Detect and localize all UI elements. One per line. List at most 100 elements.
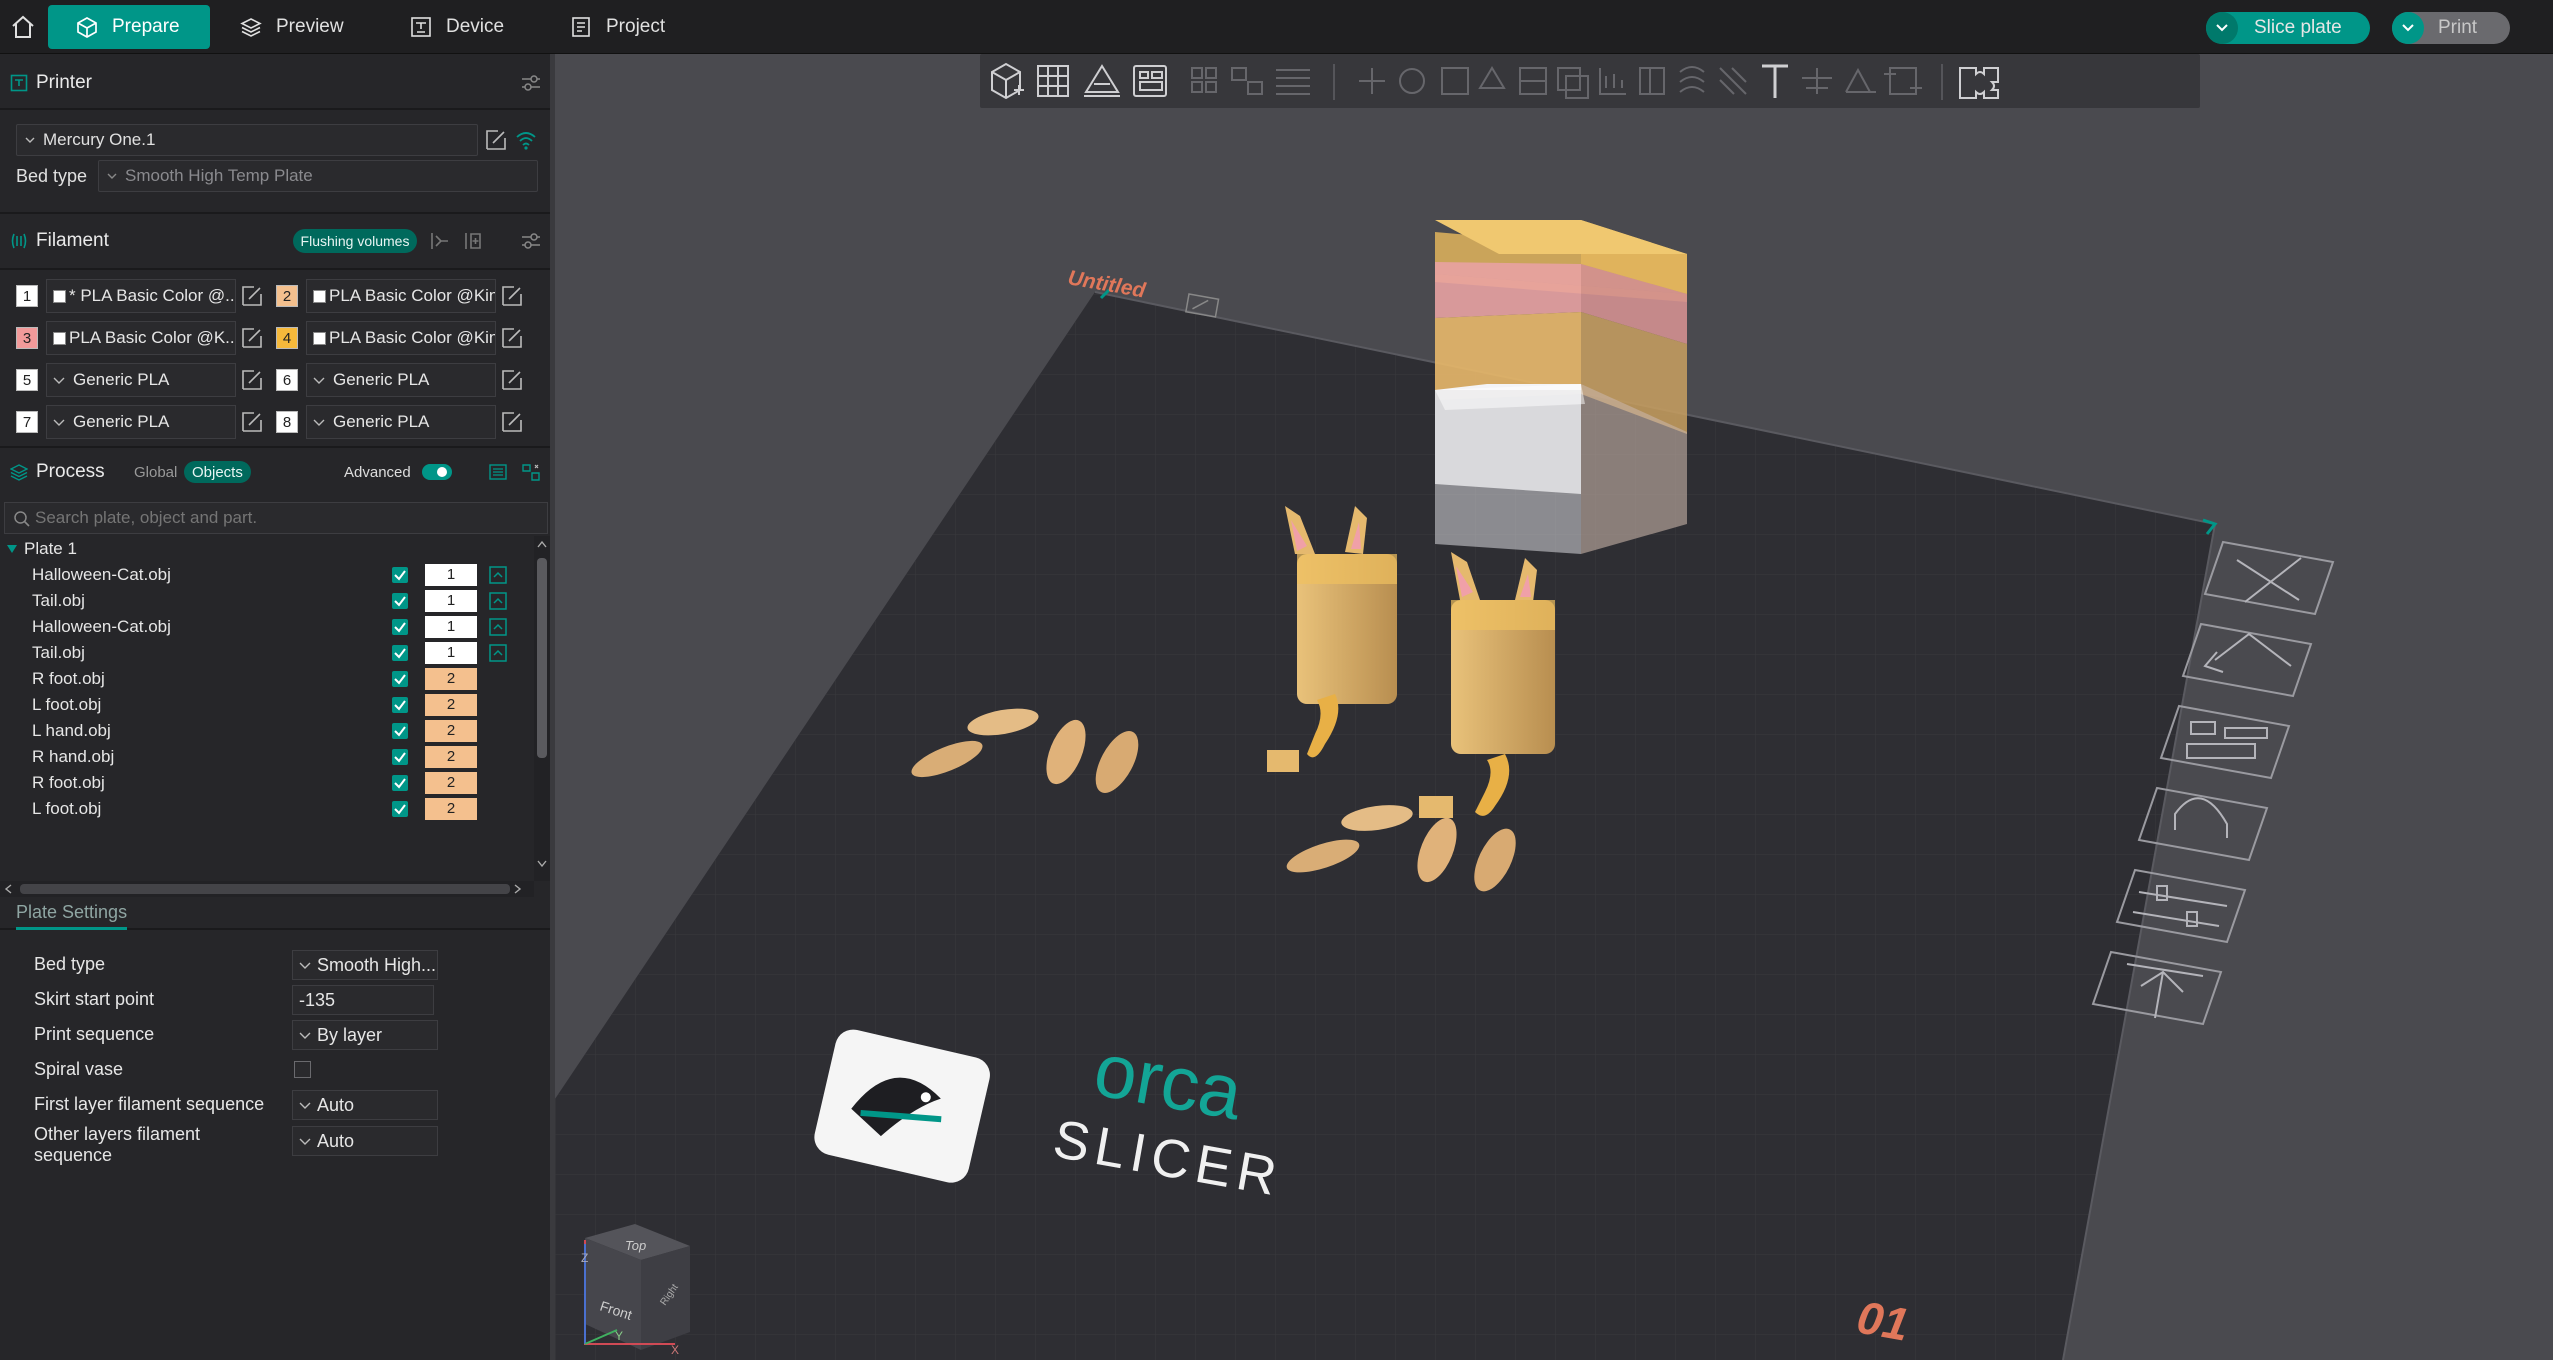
filament-select[interactable]: Generic PLA <box>306 405 496 439</box>
wifi-icon[interactable] <box>514 128 538 152</box>
edit-icon[interactable] <box>500 326 524 350</box>
object-row[interactable]: Halloween-Cat.obj 1 <box>0 614 534 640</box>
settings-sliders-icon[interactable] <box>520 230 542 252</box>
vertical-scrollbar[interactable] <box>534 536 550 881</box>
advanced-toggle[interactable] <box>422 464 452 480</box>
object-row[interactable]: R hand.obj 2 <box>0 744 534 770</box>
object-visible-checkbox[interactable] <box>392 697 408 713</box>
object-filament-badge[interactable]: 2 <box>425 694 477 716</box>
object-row[interactable]: L foot.obj 2 <box>0 796 534 822</box>
plate-setting-field[interactable]: By layer <box>292 1020 438 1050</box>
print-button[interactable]: Print <box>2392 12 2510 44</box>
object-visible-checkbox[interactable] <box>392 775 408 791</box>
settings-sliders-icon[interactable] <box>520 72 542 94</box>
printer-select[interactable]: Mercury One.1 <box>16 124 478 156</box>
plate-setting-field[interactable]: Auto <box>292 1090 438 1120</box>
assemble-icon[interactable] <box>1845 67 1876 93</box>
home-icon[interactable] <box>8 12 38 42</box>
layers-editing-icon[interactable] <box>1276 69 1310 95</box>
object-filament-badge[interactable]: 2 <box>425 668 477 690</box>
filament-select[interactable]: Generic PLA <box>46 405 236 439</box>
tab-preview[interactable]: Preview <box>240 5 390 49</box>
object-row[interactable]: R foot.obj 2 <box>0 666 534 692</box>
remove-filament-icon[interactable] <box>428 230 450 252</box>
move-icon[interactable] <box>1359 68 1385 94</box>
orient-icon[interactable] <box>1084 64 1120 97</box>
filament-number-badge[interactable]: 8 <box>276 411 298 433</box>
object-settings-icon[interactable] <box>488 643 508 663</box>
object-settings-icon[interactable] <box>488 617 508 637</box>
object-visible-checkbox[interactable] <box>392 567 408 583</box>
edit-icon[interactable] <box>240 326 264 350</box>
bed-type-select[interactable]: Smooth High Temp Plate <box>98 160 538 192</box>
plate-setting-field[interactable]: Smooth High... <box>292 950 438 980</box>
global-toggle[interactable]: Global <box>134 464 177 481</box>
filament-number-badge[interactable]: 4 <box>276 327 298 349</box>
tab-device[interactable]: Device <box>410 5 560 49</box>
object-visible-checkbox[interactable] <box>392 749 408 765</box>
chevron-down-icon[interactable] <box>2392 12 2424 44</box>
add-object-icon[interactable] <box>991 62 1024 100</box>
object-filament-badge[interactable]: 2 <box>425 720 477 742</box>
plate-settings-title[interactable]: Plate Settings <box>16 902 128 930</box>
cut-icon[interactable] <box>1519 67 1547 95</box>
support-paint-icon[interactable] <box>1599 68 1626 95</box>
edit-icon[interactable] <box>500 284 524 308</box>
object-filament-badge[interactable]: 1 <box>425 590 477 612</box>
text-tool-icon[interactable] <box>1762 64 1788 98</box>
filament-select[interactable]: Generic PLA <box>306 363 496 397</box>
edit-icon[interactable] <box>240 284 264 308</box>
search-bar[interactable] <box>4 502 548 534</box>
object-row[interactable]: R foot.obj 2 <box>0 770 534 796</box>
object-row[interactable]: Halloween-Cat.obj 1 <box>0 562 534 588</box>
object-filament-badge[interactable]: 1 <box>425 564 477 586</box>
object-filament-badge[interactable]: 2 <box>425 746 477 768</box>
assembly-view-icon[interactable] <box>1959 67 1999 99</box>
flushing-volumes-button[interactable]: Flushing volumes <box>293 229 417 253</box>
scrollbar-thumb[interactable] <box>20 884 510 894</box>
horizontal-scrollbar[interactable] <box>0 881 534 897</box>
object-visible-checkbox[interactable] <box>392 645 408 661</box>
object-row[interactable]: Tail.obj 1 <box>0 588 534 614</box>
mesh-boolean-icon[interactable] <box>1557 67 1589 99</box>
3d-viewport[interactable]: Untitled 01 orca SLICER Top Front Right … <box>555 54 2553 1360</box>
plate-setting-field[interactable]: -135 <box>292 985 434 1015</box>
slice-plate-button[interactable]: Slice plate <box>2206 12 2370 44</box>
add-filament-icon[interactable] <box>462 230 484 252</box>
measure-icon[interactable] <box>1802 68 1832 94</box>
scale-icon[interactable] <box>1441 67 1469 95</box>
tab-prepare[interactable]: Prepare <box>48 5 210 49</box>
plate-layout-icon[interactable] <box>1133 65 1167 97</box>
object-filament-badge[interactable]: 2 <box>425 798 477 820</box>
object-filament-badge[interactable]: 1 <box>425 642 477 664</box>
edit-icon[interactable] <box>500 368 524 392</box>
filament-number-badge[interactable]: 5 <box>16 369 38 391</box>
object-row[interactable]: Tail.obj 1 <box>0 640 534 666</box>
object-filament-badge[interactable]: 1 <box>425 616 477 638</box>
filament-select[interactable]: PLA Basic Color @K... <box>46 321 236 355</box>
object-settings-icon[interactable] <box>488 591 508 611</box>
plate-setting-field[interactable]: Auto <box>292 1126 438 1156</box>
object-visible-checkbox[interactable] <box>392 671 408 687</box>
arrange-grid-icon[interactable] <box>1037 65 1069 97</box>
edit-icon[interactable] <box>484 128 508 152</box>
split-objects-icon[interactable] <box>1191 67 1217 93</box>
object-filament-badge[interactable]: 2 <box>425 772 477 794</box>
wipe-tower[interactable] <box>1435 220 1687 554</box>
filament-select[interactable]: PLA Basic Color @Kin... <box>306 279 496 313</box>
emboss-icon[interactable] <box>1884 67 1922 95</box>
split-parts-icon[interactable] <box>1231 67 1263 95</box>
object-visible-checkbox[interactable] <box>392 619 408 635</box>
filament-number-badge[interactable]: 6 <box>276 369 298 391</box>
edit-icon[interactable] <box>500 410 524 434</box>
filament-number-badge[interactable]: 7 <box>16 411 38 433</box>
object-visible-checkbox[interactable] <box>392 723 408 739</box>
object-row[interactable]: L hand.obj 2 <box>0 718 534 744</box>
filament-number-badge[interactable]: 3 <box>16 327 38 349</box>
spiral-vase-checkbox[interactable] <box>294 1061 311 1078</box>
compare-icon[interactable] <box>520 461 542 483</box>
filament-select[interactable]: * PLA Basic Color @... <box>46 279 236 313</box>
object-visible-checkbox[interactable] <box>392 593 408 609</box>
object-visible-checkbox[interactable] <box>392 801 408 817</box>
view-cube-top[interactable]: Top <box>625 1238 646 1253</box>
